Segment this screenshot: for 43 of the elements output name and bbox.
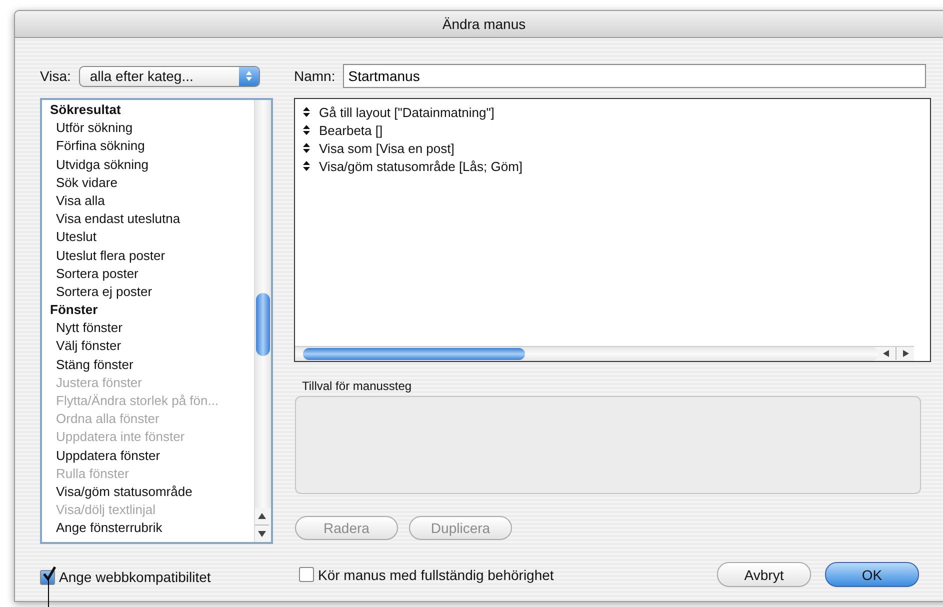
script-step[interactable]: Visa som [Visa en post] xyxy=(319,140,454,156)
checkbox-label[interactable]: Kör manus med fullständig behörighet xyxy=(318,566,554,583)
drag-handle-icon[interactable] xyxy=(303,125,310,135)
script-step[interactable]: Bearbeta [] xyxy=(319,122,383,138)
step-item[interactable]: Uppdatera fönster xyxy=(42,446,254,465)
view-label: Visa: xyxy=(40,68,71,84)
step-item[interactable]: Visa endast uteslutna xyxy=(42,210,254,228)
step-item[interactable]: Välj fönster xyxy=(42,337,254,356)
step-item[interactable]: Uteslut flera poster xyxy=(42,246,254,265)
step-item[interactable]: Nytt fönster xyxy=(42,319,254,338)
step-item[interactable]: Utför sökning xyxy=(42,119,254,138)
step-item[interactable]: Sortera ej poster xyxy=(42,282,254,302)
step-item[interactable]: Sök vidare xyxy=(42,174,254,192)
step-item[interactable]: Visa/göm statusområde xyxy=(42,482,254,502)
scrollbar[interactable] xyxy=(254,100,271,542)
view-popup[interactable]: alla efter kateg... xyxy=(78,66,260,86)
ok-button[interactable]: OK xyxy=(825,562,919,588)
step-item[interactable]: Förfina sökning xyxy=(42,137,254,156)
scroll-thumb[interactable] xyxy=(256,293,270,356)
step-item[interactable]: Ange fönsterrubrik xyxy=(42,519,254,538)
name-label: Namn: xyxy=(294,68,336,84)
drag-handle-icon[interactable] xyxy=(303,107,310,117)
drag-handle-icon[interactable] xyxy=(303,161,310,171)
step-item[interactable]: Visa alla xyxy=(42,192,254,210)
cancel-button[interactable]: Avbryt xyxy=(717,562,811,588)
step-item[interactable]: Utvidga sökning xyxy=(42,156,254,174)
checkbox-label[interactable]: Ange webbkompatibilitet xyxy=(59,569,211,585)
category-heading: Sökresultat xyxy=(49,101,122,119)
checkbox[interactable] xyxy=(299,567,314,582)
step-item[interactable]: Sortera poster xyxy=(42,264,254,283)
step-item[interactable]: Uteslut xyxy=(42,228,254,246)
up-down-arrows-icon xyxy=(244,70,253,82)
scroll-thumb[interactable] xyxy=(303,348,525,360)
script-step[interactable]: Gå till layout ["Datainmatning"] xyxy=(319,104,494,120)
script-step[interactable]: Visa/göm statusområde [Lås; Göm] xyxy=(319,158,523,174)
options-label: Tillval för manussteg xyxy=(302,379,413,393)
leader-line xyxy=(48,578,49,607)
name-field[interactable]: Startmanus xyxy=(343,64,926,88)
drag-handle-icon[interactable] xyxy=(303,143,310,153)
scrollbar[interactable] xyxy=(295,346,914,361)
window-title: Ändra manus xyxy=(442,16,526,32)
step-item[interactable]: Stäng fönster xyxy=(42,356,254,374)
category-heading: Fönster xyxy=(49,301,99,320)
